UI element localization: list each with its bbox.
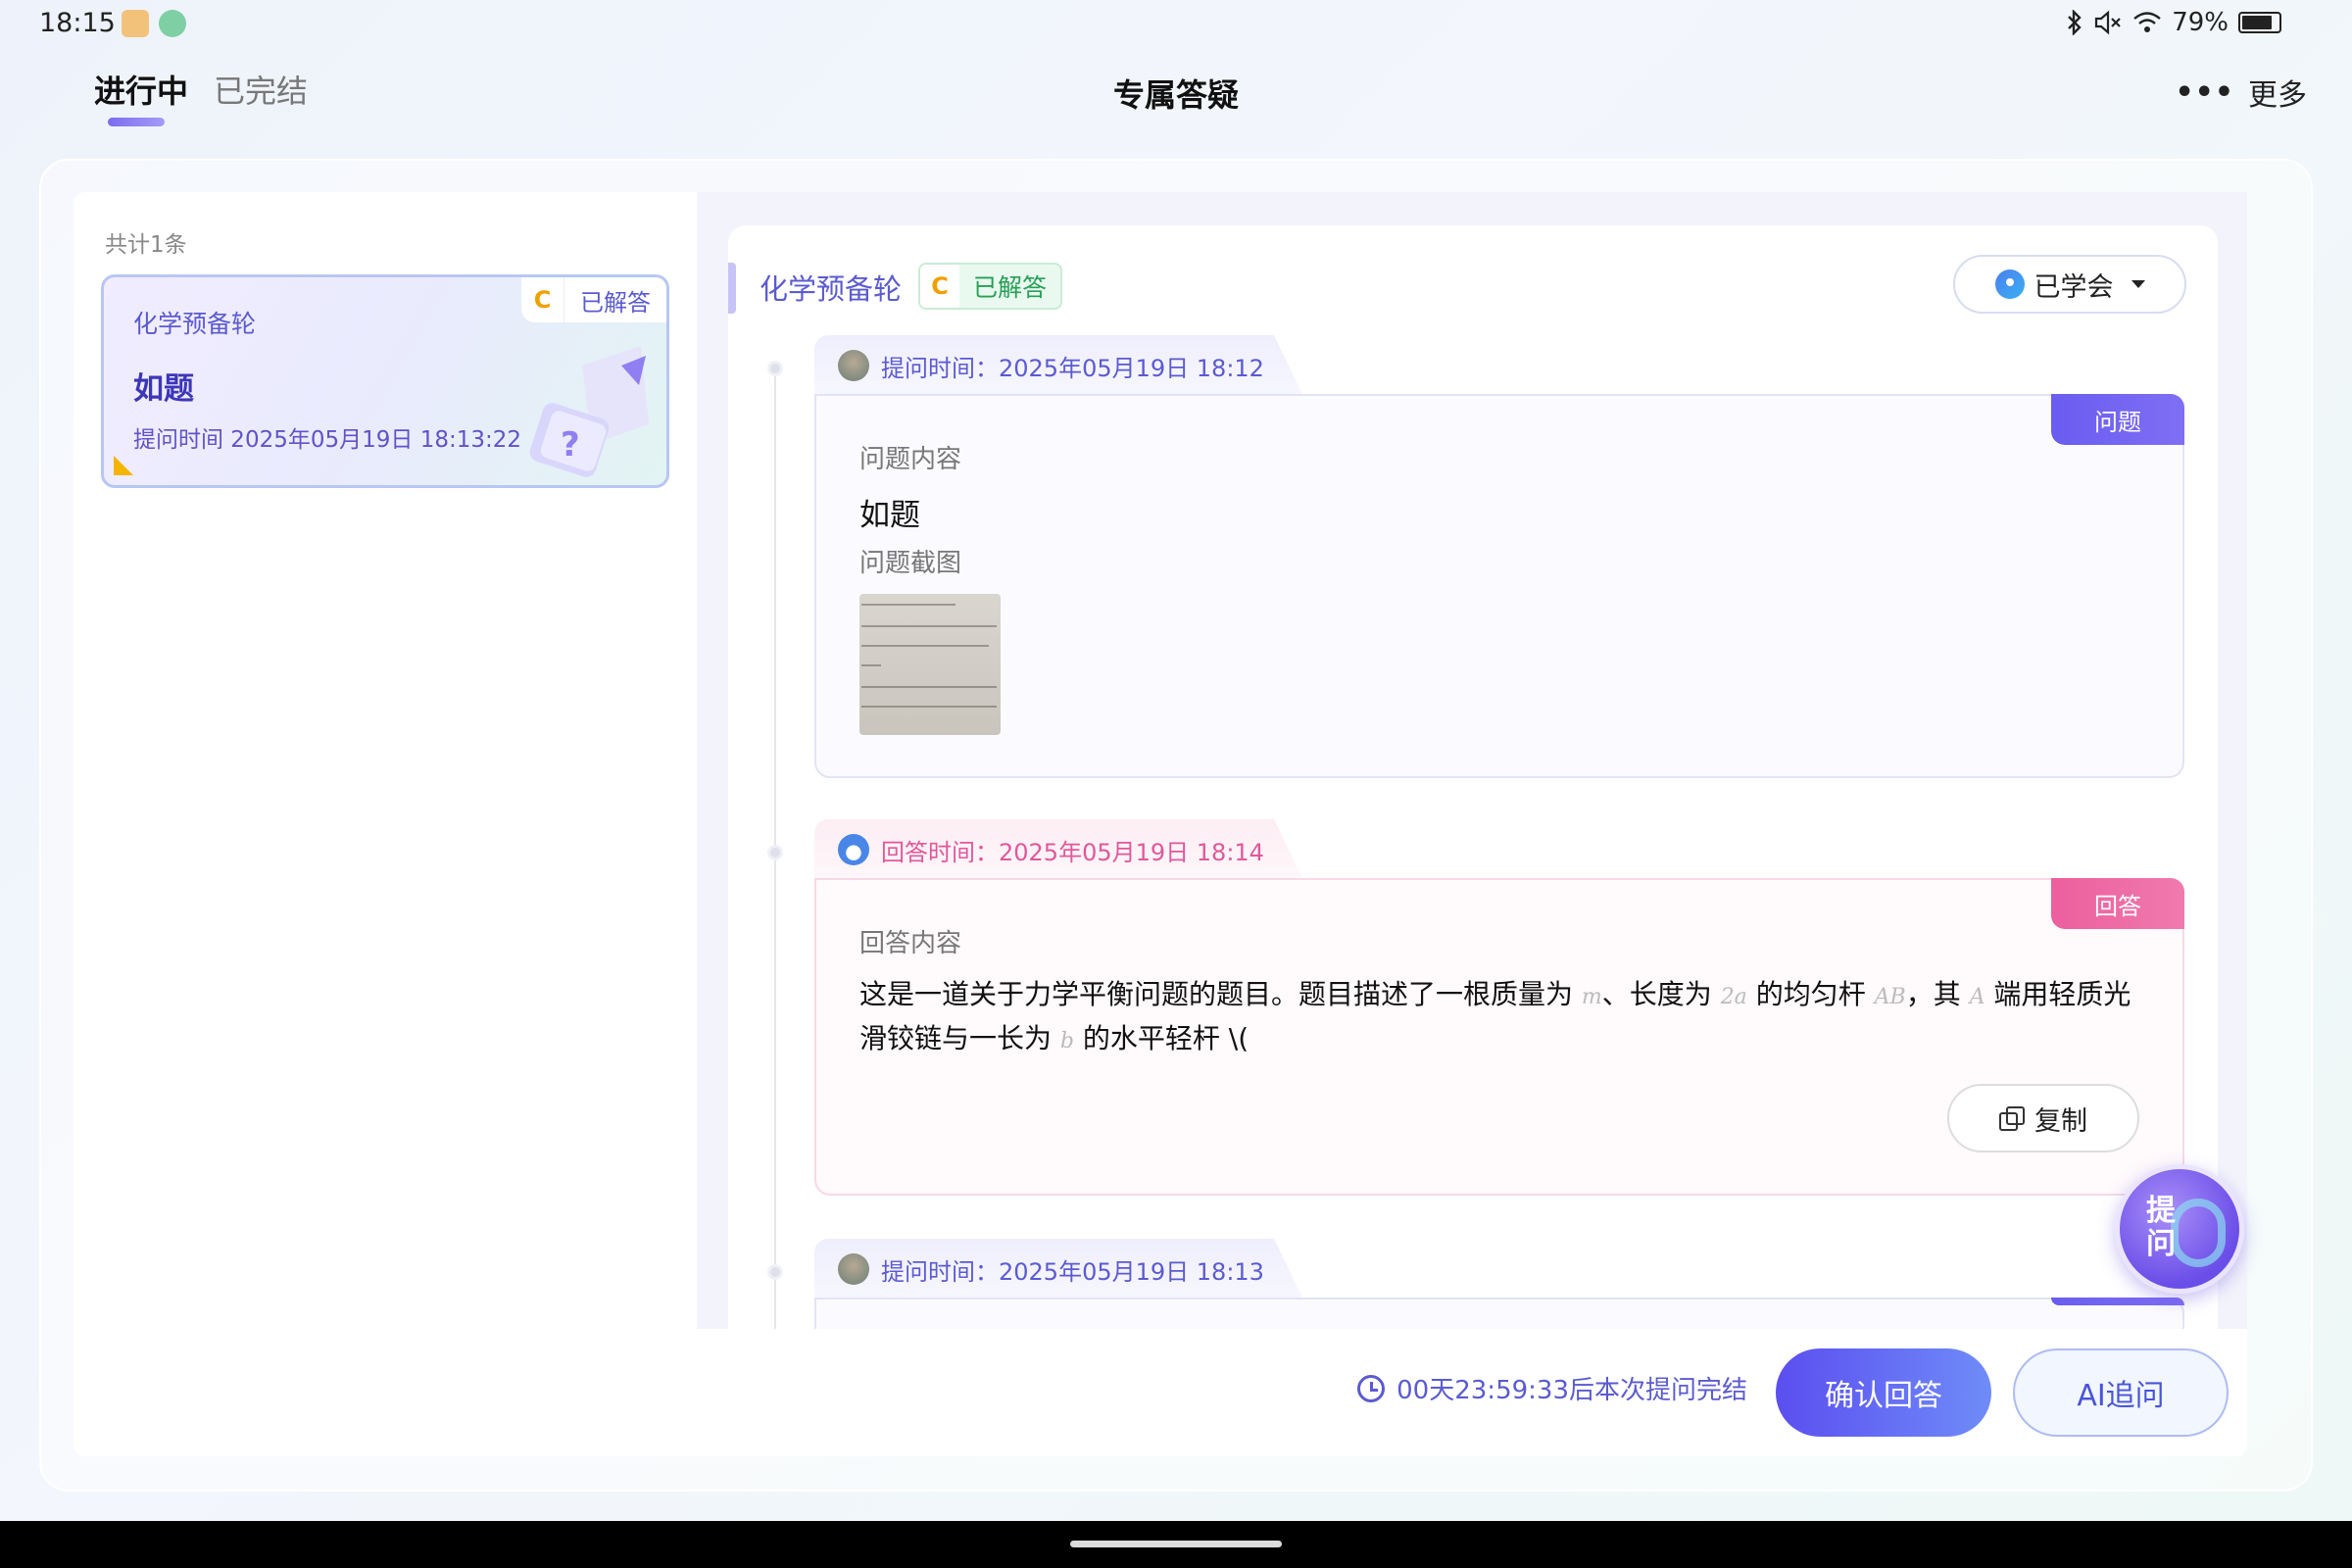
question-screenshot-label: 问题截图 — [859, 549, 962, 578]
question-time: 提问时间：2025年05月19日 18:12 — [881, 354, 1264, 382]
detail-card: 化学预备轮 C 已解答 已学会 提问时间：2025年05月19日 18:12 问… — [728, 225, 2218, 1329]
app-notification-icon — [159, 10, 186, 37]
math-symbol: A — [1969, 985, 1985, 1009]
math-symbol: m — [1581, 985, 1602, 1009]
answer-time: 回答时间：2025年05月19日 18:14 — [881, 838, 1264, 866]
detail-panel: 化学预备轮 C 已解答 已学会 提问时间：2025年05月19日 18:12 问… — [697, 192, 2247, 1329]
question-time: 提问时间：2025年05月19日 18:13 — [881, 1257, 1264, 1286]
answer-text-part: 这是一道关于力学平衡问题的题目。题目描述了一根质量为 — [859, 978, 1582, 1010]
user-avatar — [838, 1253, 869, 1285]
answer-content-label: 回答内容 — [859, 929, 962, 958]
detail-tag-letter: C — [920, 265, 959, 308]
list-count: 共计1条 — [105, 232, 187, 258]
question-card[interactable]: 化学预备轮 C 已解答 如题 提问时间 2025年05月19日 18:13:22… — [101, 274, 669, 488]
countdown-text: 00天23:59:33后本次提问完结 — [1396, 1376, 1747, 1405]
page-title: 专属答疑 — [1112, 76, 1239, 114]
thumb-text-line — [861, 604, 956, 606]
ask-float-label-line1: 提 — [2146, 1194, 2176, 1228]
home-gesture-handle[interactable] — [1070, 1541, 1282, 1547]
ask-float-label: 提 问 — [2141, 1195, 2180, 1261]
user-avatar — [838, 350, 869, 381]
detail-accent-bar — [728, 263, 736, 314]
card-time: 提问时间 2025年05月19日 18:13:22 — [133, 427, 521, 453]
math-symbol: AB — [1874, 985, 1906, 1009]
teacher-avatar — [838, 834, 869, 865]
math-symbol: 2a — [1720, 985, 1747, 1009]
status-indicators: 79% — [2066, 8, 2281, 37]
detail-tag-label: 已解答 — [973, 273, 1048, 302]
thumb-text-line — [861, 706, 997, 708]
answer-time-tab: 回答时间：2025年05月19日 18:14 — [814, 819, 1303, 880]
card-corner-mark — [114, 456, 133, 475]
math-symbol: b — [1059, 1029, 1074, 1054]
answer-text-part: ，其 — [1905, 978, 1970, 1010]
countdown: 00天23:59:33后本次提问完结 — [1357, 1370, 1747, 1406]
question-card-detail: 问题 问题内容 如题 问题截图 — [814, 394, 2184, 778]
card-title: 如题 — [133, 371, 194, 407]
copy-icon — [1999, 1106, 2025, 1131]
answer-text-part: 、长度为 — [1601, 978, 1721, 1010]
copy-label: 复制 — [2034, 1105, 2087, 1137]
timeline-dot — [767, 1264, 783, 1280]
answer-card-detail: 回答 回答内容 这是一道关于力学平衡问题的题目。题目描述了一根质量为 m、长度为… — [814, 878, 2184, 1196]
card-tag-letter: C — [521, 277, 564, 322]
timeline-dot — [767, 361, 783, 376]
caret-down-icon — [2131, 280, 2145, 288]
question-card-detail — [814, 1298, 2184, 1329]
detail-header: 化学预备轮 C 已解答 已学会 — [728, 225, 2218, 316]
mute-icon — [2095, 10, 2121, 35]
question-screenshot[interactable] — [859, 594, 1001, 735]
answer-badge: 回答 — [2051, 878, 2184, 929]
ai-follow-up-button[interactable]: AI追问 — [2013, 1348, 2229, 1437]
more-button[interactable]: ••• 更多 — [2175, 71, 2307, 114]
system-nav-bar — [0, 1521, 2352, 1568]
more-label: 更多 — [2248, 78, 2307, 113]
question-badge: 问题 — [2051, 394, 2184, 445]
thumb-text-line — [861, 625, 997, 627]
card-status-tag: C 已解答 — [521, 277, 666, 322]
learned-dropdown[interactable]: 已学会 — [1953, 255, 2186, 314]
question-list-panel: 共计1条 化学预备轮 C 已解答 如题 提问时间 2025年05月19日 18:… — [74, 192, 697, 1456]
timeline-dot — [767, 845, 783, 860]
learned-label: 已学会 — [2034, 271, 2114, 303]
ask-float-label-line2: 问 — [2146, 1227, 2176, 1261]
question-time-tab: 提问时间：2025年05月19日 18:12 — [814, 335, 1303, 396]
bottom-action-bar: 00天23:59:33后本次提问完结 确认回答 AI追问 — [74, 1329, 2247, 1456]
app-notification-icon — [122, 10, 149, 37]
card-subject: 化学预备轮 — [133, 310, 257, 338]
confirm-answer-button[interactable]: 确认回答 — [1776, 1348, 1991, 1437]
question-content: 如题 — [859, 498, 920, 533]
thumb-text-line — [861, 645, 989, 647]
answer-text-part: 的均匀杆 — [1746, 978, 1875, 1010]
copy-button[interactable]: 复制 — [1947, 1084, 2139, 1152]
answer-text-part: 的水平轻杆 \( — [1074, 1022, 1250, 1054]
more-dots-icon: ••• — [2175, 74, 2234, 110]
bluetooth-icon — [2068, 10, 2082, 35]
thumb-text-line — [861, 686, 997, 688]
battery-icon — [2238, 12, 2281, 33]
svg-text:?: ? — [561, 425, 580, 465]
detail-subject: 化学预备轮 — [760, 272, 903, 306]
status-bar: 18:15 79% — [0, 0, 2352, 49]
learned-tag-icon — [1994, 270, 2025, 299]
answer-content: 这是一道关于力学平衡问题的题目。题目描述了一根质量为 m、长度为 2a 的均匀杆… — [859, 974, 2143, 1062]
wifi-icon — [2133, 12, 2161, 32]
question-badge — [2051, 1298, 2184, 1305]
clock-icon — [1357, 1374, 1386, 1402]
question-box-illustration: ? — [529, 346, 649, 477]
tab-active-indicator — [108, 118, 165, 126]
question-time-tab: 提问时间：2025年05月19日 18:13 — [814, 1239, 1303, 1299]
thumb-text-line — [861, 664, 881, 666]
header: 进行中 已完结 专属答疑 ••• 更多 — [0, 49, 2352, 157]
ask-float-button[interactable]: 提 问 — [2115, 1164, 2244, 1294]
status-time: 18:15 — [39, 8, 116, 38]
detail-status-tag: C 已解答 — [918, 263, 1063, 310]
battery-percent: 79% — [2172, 8, 2229, 37]
question-content-label: 问题内容 — [859, 445, 962, 474]
card-tag-label: 已解答 — [580, 288, 651, 317]
